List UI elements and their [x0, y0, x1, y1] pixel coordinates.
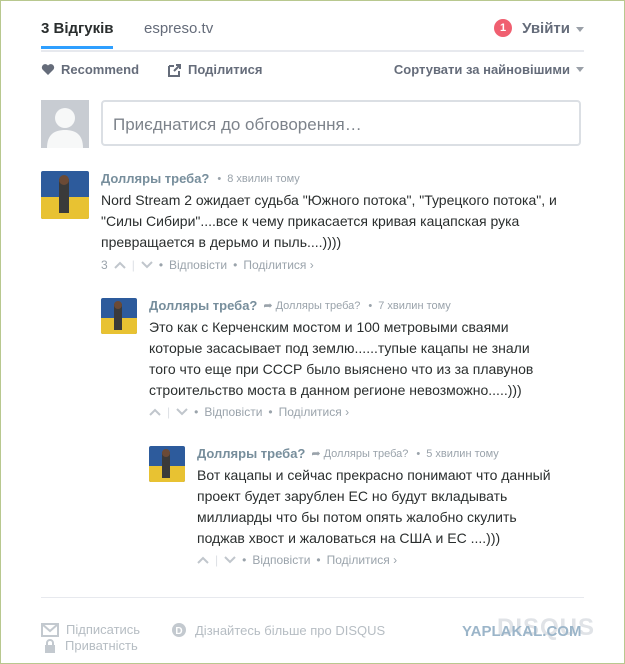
comment-line: проект будет зарублен ЕС но будут вклады…: [197, 488, 508, 504]
reply-arrow-icon: ➦: [263, 300, 273, 312]
privacy-label: Приватність: [65, 638, 138, 653]
privacy-link[interactable]: Приватність: [43, 638, 138, 653]
svg-text:D: D: [175, 626, 182, 637]
comment-line: того что еще при СССР было выяснено что …: [149, 361, 534, 377]
active-tab-underline: [41, 46, 113, 49]
comment-time[interactable]: 7 хвилин тому: [378, 300, 451, 312]
sort-dropdown[interactable]: Сортувати за найновішими: [394, 62, 584, 77]
nav-tabs: 3 Відгуків espreso.tv 1 Увійти: [41, 0, 584, 52]
avatar[interactable]: [149, 446, 185, 482]
site-watermark: YAPLAKAL.COM: [462, 623, 582, 640]
avatar[interactable]: [101, 298, 137, 334]
upvote-button[interactable]: [113, 261, 126, 269]
reply-link[interactable]: Відповісти: [204, 405, 262, 419]
chevron-down-icon: [576, 26, 584, 32]
learn-more-link[interactable]: D Дізнайтесь більше про DISQUS: [171, 622, 385, 638]
reply-arrow-icon: ➦: [311, 448, 321, 460]
envelope-icon: [41, 622, 59, 637]
comment-input[interactable]: Приєднатися до обговорення…: [101, 100, 581, 146]
comment-line: которые засасывает под землю......тупые …: [149, 340, 530, 356]
sort-label: Сортувати за найновішими: [393, 62, 570, 77]
tab-site[interactable]: espreso.tv: [144, 20, 213, 37]
downvote-button[interactable]: [141, 261, 153, 269]
share-icon: [168, 63, 181, 77]
recommend-label: Recommend: [61, 62, 140, 77]
comment-footer: | • Відповісти • Поділитися ›: [197, 553, 397, 567]
comment-line: Вот кацапы и сейчас прекрасно понимают ч…: [197, 467, 551, 483]
login-button[interactable]: 1 Увійти: [494, 19, 584, 37]
divider: [41, 597, 584, 598]
share-thread-button[interactable]: Поділитися: [168, 62, 262, 77]
comment-body: Nord Stream 2 ожидает судьба "Южного пот…: [101, 190, 591, 253]
share-link[interactable]: Поділитися ›: [243, 258, 313, 272]
recommend-button[interactable]: Recommend: [41, 62, 139, 77]
downvote-button[interactable]: [176, 408, 188, 416]
tab-comments[interactable]: 3 Відгуків: [41, 20, 114, 37]
notification-badge[interactable]: 1: [494, 19, 513, 37]
share-link[interactable]: Поділитися ›: [279, 405, 349, 419]
author-name[interactable]: Долляры треба?: [149, 298, 257, 313]
share-thread-label: Поділитися: [188, 62, 263, 77]
comment-body: Вот кацапы и сейчас прекрасно понимают ч…: [197, 465, 587, 549]
login-label: Увійти: [522, 20, 570, 37]
reply-to-name[interactable]: Долляры треба?: [276, 300, 361, 312]
comment-time[interactable]: 8 хвилин тому: [227, 173, 300, 185]
comment-line: Это как с Керченским мостом и 100 метров…: [149, 319, 509, 335]
downvote-button[interactable]: [224, 556, 236, 564]
reply-link[interactable]: Відповісти: [169, 258, 227, 272]
lock-icon: [45, 638, 55, 653]
chevron-down-icon: [576, 67, 584, 72]
author-name[interactable]: Долляры треба?: [197, 446, 305, 461]
upvote-button[interactable]: [149, 408, 161, 416]
reply-to-name[interactable]: Долляры треба?: [324, 448, 409, 460]
disqus-icon: D: [172, 623, 186, 637]
comment-line: превращается в дерьмо и пыль....)))): [101, 234, 342, 250]
comment-time[interactable]: 5 хвилин тому: [426, 448, 499, 460]
vote-count: 3: [101, 258, 108, 272]
learn-more-label: Дізнайтесь більше про DISQUS: [195, 622, 386, 638]
upvote-button[interactable]: [197, 556, 209, 564]
comment-line: Nord Stream 2 ожидает судьба "Южного пот…: [101, 192, 557, 208]
comment-footer: 3 | • Відповісти • Поділитися ›: [101, 258, 314, 272]
subscribe-label: Підписатись: [66, 622, 141, 637]
share-link[interactable]: Поділитися ›: [327, 553, 397, 567]
reply-link[interactable]: Відповісти: [252, 553, 310, 567]
subscribe-link[interactable]: Підписатись: [41, 622, 140, 637]
comment-line: строительство моста в данном регионе нев…: [149, 382, 522, 398]
heart-icon: [41, 64, 55, 75]
comment-footer: | • Відповісти • Поділитися ›: [149, 405, 349, 419]
comment-line: поджав хвост и жаловаться на США и ЕС ..…: [197, 530, 501, 546]
guest-avatar: [41, 100, 89, 148]
comment-line: миллиарды что бы потом опять жалобно ску…: [197, 509, 517, 525]
author-name[interactable]: Долляры треба?: [101, 171, 209, 186]
avatar[interactable]: [41, 171, 89, 219]
user-silhouette-icon: [47, 108, 83, 148]
comment-body: Это как с Керченским мостом и 100 метров…: [149, 317, 589, 401]
comment-line: "Силы Сибири"....все к чему прикасается …: [101, 213, 520, 229]
